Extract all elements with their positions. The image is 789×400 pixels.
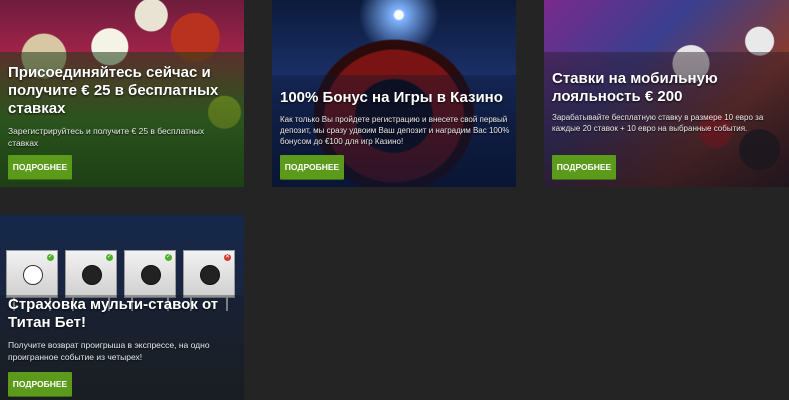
check-icon: ✓ bbox=[165, 254, 172, 261]
check-icon: ✓ bbox=[106, 254, 113, 261]
promo-card-casino-bonus[interactable]: 100% Бонус на Игры в Казино Как только В… bbox=[272, 0, 516, 187]
check-icon: ✓ bbox=[47, 254, 54, 261]
promo-card-mobile-loyalty[interactable]: Ставки на мобильную лояльность € 200 Зар… bbox=[544, 0, 789, 187]
promo-title: 100% Бонус на Игры в Казино bbox=[280, 89, 503, 106]
more-button[interactable]: ПОДРОБНЕЕ bbox=[8, 372, 72, 396]
more-button[interactable]: ПОДРОБНЕЕ bbox=[8, 155, 72, 179]
basketball-tile-icon: ✓ bbox=[65, 250, 117, 311]
promo-text: Как только Вы пройдете регистрацию и вне… bbox=[280, 115, 510, 146]
promo-card-multi-bet-insurance[interactable]: ✓ ✓ ✓ ✕ Страховка мульти-ставок от Титан… bbox=[0, 215, 244, 400]
football-tile-icon: ✓ bbox=[6, 250, 58, 311]
promo-title: Ставки на мобильную лояльность € 200 bbox=[552, 70, 718, 105]
tennis-ball-tile-icon: ✓ bbox=[124, 250, 176, 311]
promo-card-free-bets[interactable]: Присоединяйтесь сейчас и получите € 25 в… bbox=[0, 0, 244, 187]
cross-icon: ✕ bbox=[224, 254, 231, 261]
promo-text: Зарегистрируйтесь и получите € 25 в бесп… bbox=[8, 126, 205, 148]
promo-text: Зарабатывайте бесплатную ставку в размер… bbox=[552, 113, 764, 133]
volleyball-tile-icon: ✕ bbox=[183, 250, 235, 311]
promo-text: Получите возврат проигрыша в экспрессе, … bbox=[8, 340, 210, 362]
more-button[interactable]: ПОДРОБНЕЕ bbox=[552, 155, 616, 179]
promo-title: Присоединяйтесь сейчас и получите € 25 в… bbox=[8, 64, 219, 117]
promo-title: Страховка мульти-ставок от Титан Бет! bbox=[8, 296, 219, 331]
more-button[interactable]: ПОДРОБНЕЕ bbox=[280, 155, 344, 179]
